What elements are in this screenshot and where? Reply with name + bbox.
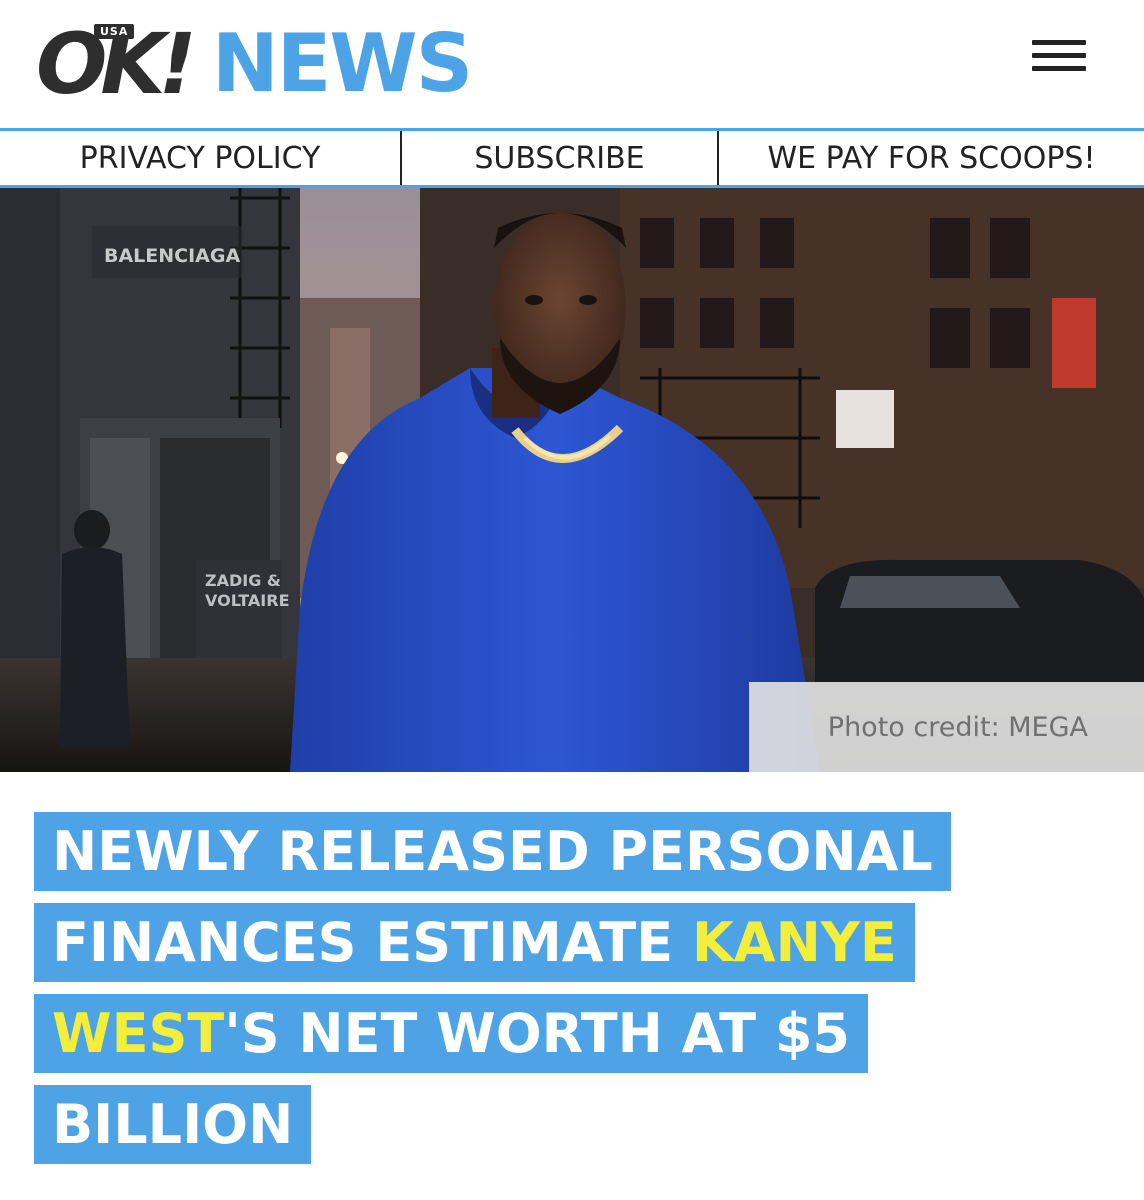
- site-header: OK! USA NEWS: [0, 0, 1144, 128]
- top-nav: PRIVACY POLICY SUBSCRIBE WE PAY FOR SCOO…: [0, 128, 1144, 188]
- voltaire-sign-text: VOLTAIRE: [205, 591, 290, 610]
- site-logo[interactable]: OK! USA NEWS: [36, 14, 473, 114]
- nav-privacy-policy[interactable]: PRIVACY POLICY: [0, 131, 402, 185]
- balenciaga-sign-text: BALENCIAGA: [104, 245, 240, 267]
- photo-credit-caption: Photo credit: MEGA: [749, 682, 1144, 772]
- logo-news-wordmark: NEWS: [211, 17, 473, 110]
- nav-we-pay-for-scoops[interactable]: WE PAY FOR SCOOPS!: [719, 131, 1144, 185]
- nav-subscribe[interactable]: SUBSCRIBE: [402, 131, 719, 185]
- logo-usa-badge: USA: [94, 24, 135, 39]
- hamburger-menu-icon[interactable]: [1028, 38, 1090, 78]
- article-headline[interactable]: NEWLY RELEASED PERSONAL FINANCES ESTIMAT…: [34, 806, 1094, 1170]
- zadig-sign-text: ZADIG &: [205, 571, 281, 590]
- logo-ok-wordmark: OK! USA: [36, 15, 197, 113]
